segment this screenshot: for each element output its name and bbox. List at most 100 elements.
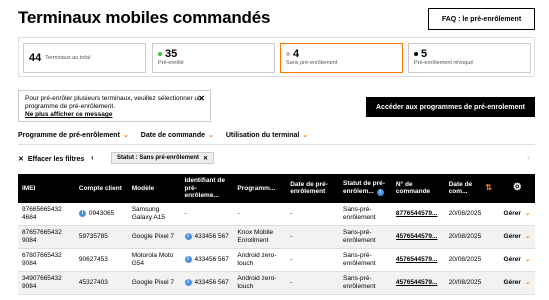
col-identifier[interactable]: Identifiant de pré-enrôleme... xyxy=(180,174,234,203)
order-number-link[interactable]: 4576544579... xyxy=(396,256,438,263)
manage-button[interactable]: Gérer ⌄ xyxy=(504,256,531,263)
filter-device-usage[interactable]: Utilisation du terminal ⌄ xyxy=(226,131,308,139)
cell-identifier-value: 433456 567 xyxy=(194,233,229,241)
info-icon[interactable]: i xyxy=(184,255,192,263)
cell-imei: 97665665432 4684 xyxy=(18,202,75,226)
cell-pre-enrolment-date: - xyxy=(286,225,340,249)
col-sort[interactable]: ⇅ xyxy=(481,174,500,203)
dismiss-notice-link[interactable]: Ne plus afficher ce message xyxy=(25,111,204,119)
manage-label: Gérer xyxy=(503,279,521,286)
cell-identifier-value: 433456 567 xyxy=(194,279,229,287)
col-status[interactable]: Statut de pré-enrôlem... i xyxy=(339,174,392,203)
cell-model: Google Pixel 7 xyxy=(127,271,181,295)
manage-button[interactable]: Gérer ⌄ xyxy=(504,210,531,217)
info-icon[interactable]: i xyxy=(184,232,192,240)
cell-program: Android zero-touch xyxy=(233,271,287,295)
cell-manage[interactable]: Gérer ⌄ xyxy=(499,202,535,226)
manage-label: Gérer xyxy=(503,209,521,217)
filter-program[interactable]: Programme de pré-enrôlement ⌄ xyxy=(18,131,129,139)
summary-card-revoked[interactable]: 5 Pré-enrôlement révoqué xyxy=(408,43,531,73)
cell-status: Sans-pré-enrôlement xyxy=(339,248,392,272)
cell-account: 45327403 xyxy=(74,271,128,295)
cell-identifier-value: 433456 567 xyxy=(194,256,229,264)
page-title: Terminaux mobiles commandés xyxy=(18,8,271,27)
chevron-left-icon[interactable]: ‹ xyxy=(91,153,94,162)
table-row[interactable]: 34907665432 9084 45327403 Google Pixel 7… xyxy=(18,271,535,295)
order-number-link[interactable]: 4576544579... xyxy=(396,233,438,240)
summary-without-count: 4 xyxy=(293,48,300,60)
chevron-down-icon: ⌄ xyxy=(122,132,129,139)
chevron-down-icon: ⌄ xyxy=(302,132,309,139)
filter-chip-status[interactable]: Statut : Sans pré-enrôlement ✕ xyxy=(111,152,215,164)
summary-card-total[interactable]: 44 Terminaux au total xyxy=(23,43,146,73)
close-icon[interactable]: ✕ xyxy=(198,95,205,103)
divider xyxy=(18,144,535,145)
manage-button[interactable]: Gérer ⌄ xyxy=(504,233,531,240)
col-order-date[interactable]: Date de com... xyxy=(444,174,482,203)
cell-status: Sans-pré-enrôlement xyxy=(339,202,392,226)
order-number-link[interactable]: 4576544579... xyxy=(396,279,438,286)
cell-program: Knox Mobile Enrollment xyxy=(233,225,287,249)
devices-table: IMEI Compte client Modèle Identifiant de… xyxy=(18,174,535,295)
cell-imei: 87657665432 9084 xyxy=(18,225,75,249)
cell-program: Android zero-touch xyxy=(233,248,287,272)
cell-order-date: 20/08/2025 xyxy=(444,248,500,272)
gear-icon: ⚙ xyxy=(512,182,522,193)
cell-order-date: 20/08/2025 xyxy=(444,202,500,226)
cell-model: Samsung Galaxy A15 xyxy=(127,202,181,226)
col-model[interactable]: Modèle xyxy=(127,174,181,203)
cell-manage[interactable]: Gérer ⌄ xyxy=(499,271,535,295)
col-settings[interactable]: ⚙ xyxy=(499,174,535,203)
cell-order-number[interactable]: 4576544579... xyxy=(391,248,445,272)
status-dot-grey xyxy=(286,52,290,56)
chevron-down-icon: ⌄ xyxy=(524,233,531,240)
cell-pre-enrolment-date: - xyxy=(286,271,340,295)
cell-order-date: 20/08/2025 xyxy=(444,225,500,249)
order-number-link[interactable]: 8776544579... xyxy=(396,210,438,217)
filter-order-date[interactable]: Date de commande ⌄ xyxy=(141,131,214,139)
info-notice: Pour pré-enrôler plusieurs terminaux, ve… xyxy=(18,90,211,122)
summary-card-pre-enrolled[interactable]: 35 Pré-enrôlé xyxy=(152,43,275,73)
cell-pre-enrolment-date: - xyxy=(286,202,340,226)
cell-program: - xyxy=(233,202,287,226)
col-program[interactable]: Programm... xyxy=(233,174,287,203)
cell-order-number[interactable]: 4576544579... xyxy=(391,225,445,249)
cell-account: 59735785 xyxy=(74,225,128,249)
cell-manage[interactable]: Gérer ⌄ xyxy=(499,248,535,272)
notice-text: Pour pré-enrôler plusieurs terminaux, ve… xyxy=(25,95,202,110)
summary-total-label: Terminaux au total xyxy=(45,55,91,61)
chevron-down-icon: ⌄ xyxy=(524,256,531,263)
manage-button[interactable]: Gérer ⌄ xyxy=(504,279,531,286)
cell-order-number[interactable]: 8776544579... xyxy=(391,202,445,226)
cell-model: Motorola Moto G54 xyxy=(127,248,181,272)
access-programs-button[interactable]: Accéder aux programmes de pré-enrolement xyxy=(366,97,535,117)
summary-panel: 44 Terminaux au total 35 Pré-enrôlé 4 Sa… xyxy=(18,37,535,77)
cell-status: Sans-pré-enrôlement xyxy=(339,271,392,295)
summary-revoked-count: 5 xyxy=(421,48,428,60)
table-header-row: IMEI Compte client Modèle Identifiant de… xyxy=(18,174,535,203)
summary-pre-enrolled-label: Pré-enrôlé xyxy=(158,60,184,66)
cell-identifier: i 433456 567 xyxy=(180,225,234,249)
col-pre-enrolment-date[interactable]: Date de pré-enrôlement xyxy=(286,174,340,203)
filter-chip-label: Statut : Sans pré-enrôlement xyxy=(117,155,200,161)
clear-filters-label: Effacer les filtres xyxy=(27,156,85,163)
col-account[interactable]: Compte client xyxy=(74,174,128,203)
summary-card-without-pre-enrolment[interactable]: 4 Sans pré-enrôlement xyxy=(280,43,403,73)
chevron-right-icon[interactable]: › xyxy=(527,153,530,162)
table-row[interactable]: 97665665432 4684 i 0943065 Samsung Galaxy… xyxy=(18,202,535,226)
col-order-number[interactable]: N° de commande xyxy=(391,174,445,203)
close-icon[interactable]: ✕ xyxy=(203,155,208,162)
info-icon[interactable]: i xyxy=(184,278,192,286)
summary-revoked-label: Pré-enrôlement révoqué xyxy=(414,60,474,66)
table-row[interactable]: 87657665432 9084 59735785 Google Pixel 7… xyxy=(18,225,535,249)
filter-bar: Programme de pré-enrôlement ⌄ Date de com… xyxy=(18,131,308,139)
table-row[interactable]: 67807665432 9084 90627453 Motorola Moto … xyxy=(18,248,535,272)
col-imei[interactable]: IMEI xyxy=(18,174,75,203)
info-icon[interactable]: i xyxy=(376,189,384,197)
info-icon[interactable]: i xyxy=(78,209,86,217)
clear-filters-button[interactable]: ✕ Effacer les filtres xyxy=(18,155,84,163)
cell-manage[interactable]: Gérer ⌄ xyxy=(499,225,535,249)
cell-pre-enrolment-date: - xyxy=(286,248,340,272)
faq-button[interactable]: FAQ : le pré-enrôlement xyxy=(428,8,535,30)
cell-order-number[interactable]: 4576544579... xyxy=(391,271,445,295)
